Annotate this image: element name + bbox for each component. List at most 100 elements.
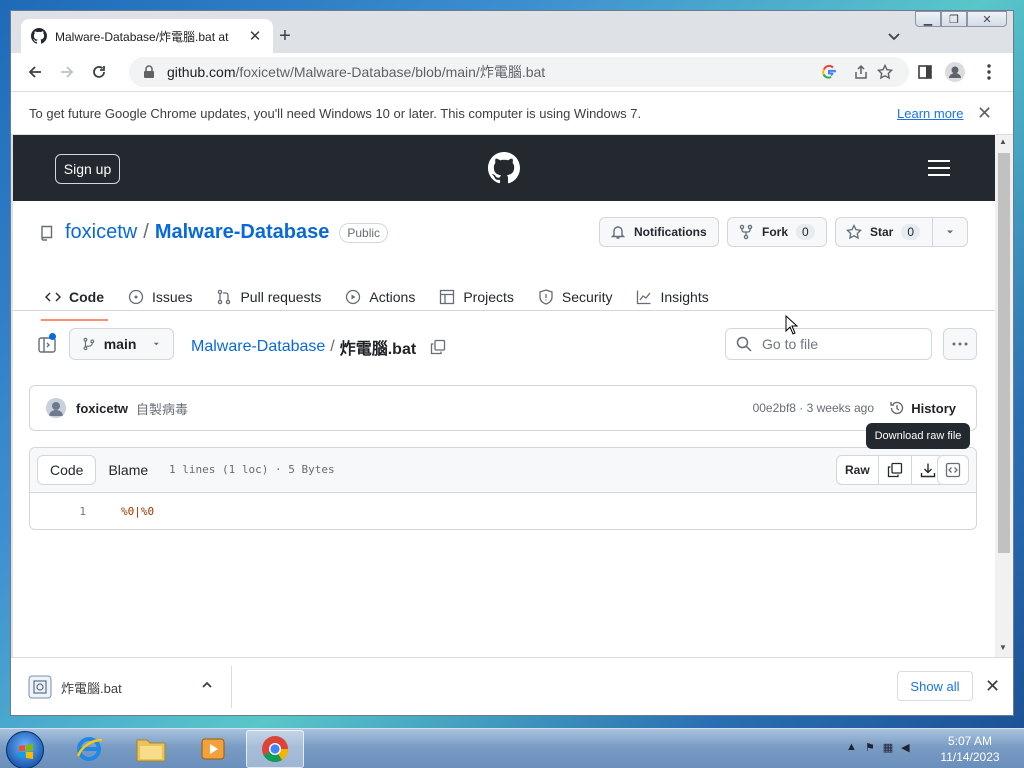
tab-security[interactable]: Security	[526, 277, 625, 317]
internet-explorer-icon[interactable]	[60, 730, 118, 768]
tab-projects[interactable]: Projects	[427, 277, 526, 317]
sign-up-button[interactable]: Sign up	[55, 154, 120, 184]
file-explorer-icon[interactable]	[122, 730, 180, 768]
show-hidden-icons-icon[interactable]: ▲	[846, 741, 857, 754]
tab-code-label: Code	[69, 289, 104, 305]
network-icon[interactable]: ▦	[883, 741, 893, 754]
address-bar[interactable]: github.com/foxicetw/Malware-Database/blo…	[129, 57, 909, 87]
breadcrumb-separator: /	[330, 338, 335, 355]
media-player-icon[interactable]	[184, 730, 242, 768]
repo-owner-link[interactable]: foxicetw	[65, 221, 137, 244]
minimize-button[interactable]: ▁	[915, 11, 941, 27]
close-tab-icon[interactable]: ✕	[247, 28, 263, 45]
reload-icon[interactable]	[89, 62, 109, 82]
breadcrumb-file-name: 炸電腦.bat	[339, 341, 417, 358]
download-item[interactable]: 炸電腦.bat	[27, 674, 122, 700]
system-tray: ▲ ⚑ ▦ ◀	[846, 741, 910, 754]
chrome-menu-icon[interactable]	[979, 62, 999, 82]
back-arrow-icon[interactable]	[25, 62, 45, 82]
copy-path-icon[interactable]	[430, 339, 446, 355]
notifications-button[interactable]: Notifications	[599, 217, 719, 247]
file-actions: Raw	[836, 455, 945, 485]
close-download-shelf-icon[interactable]: ✕	[985, 676, 1000, 697]
blame-view-button[interactable]: Blame	[96, 455, 160, 485]
tab-insights[interactable]: Insights	[624, 277, 720, 317]
show-all-button[interactable]: Show all	[897, 671, 973, 701]
star-icon	[846, 224, 862, 240]
batch-file-icon	[28, 675, 52, 699]
scroll-down-icon[interactable]: ▼	[999, 643, 1007, 652]
github-header: Sign up	[13, 135, 995, 201]
star-button[interactable]: Star 0	[835, 217, 933, 247]
star-label: Star	[870, 225, 894, 239]
breadcrumb-repo-link[interactable]: Malware-Database	[191, 338, 325, 356]
infobar-close-icon[interactable]: ✕	[977, 103, 992, 124]
tab-pull-requests[interactable]: Pull requests	[204, 277, 333, 317]
commit-message[interactable]: 自製病毒	[136, 399, 188, 418]
download-filename: 炸電腦.bat	[61, 680, 122, 696]
caret-down-icon	[154, 342, 160, 346]
branch-selector[interactable]: main	[69, 328, 174, 360]
tab-code[interactable]: Code	[33, 277, 116, 321]
volume-icon[interactable]: ◀	[901, 741, 909, 754]
share-icon[interactable]	[851, 62, 871, 82]
page-scrollbar[interactable]: ▲ ▼	[995, 135, 1013, 657]
fork-count: 0	[796, 224, 815, 240]
more-options-button[interactable]	[943, 328, 977, 360]
chrome-window: Malware-Database/炸電腦.bat at ✕ + ▁ ❐ ✕ gi…	[10, 10, 1014, 716]
commit-author[interactable]: foxicetw	[76, 401, 128, 416]
tab-security-label: Security	[561, 289, 613, 305]
forward-arrow-icon[interactable]	[57, 62, 77, 82]
fork-button[interactable]: Fork 0	[727, 217, 827, 247]
caret-down-icon	[947, 230, 953, 234]
search-icon	[736, 336, 752, 352]
bell-icon	[610, 226, 626, 239]
tab-actions[interactable]: Actions	[333, 277, 427, 317]
new-tab-button[interactable]: +	[273, 24, 297, 48]
chevron-up-icon[interactable]	[200, 678, 214, 692]
copy-raw-button[interactable]	[877, 456, 911, 484]
branch-name: main	[103, 336, 137, 352]
close-window-button[interactable]: ✕	[967, 11, 1007, 27]
history-icon	[890, 401, 904, 415]
raw-button[interactable]: Raw	[837, 456, 878, 484]
tab-actions-label: Actions	[369, 289, 416, 305]
table-icon	[440, 289, 455, 305]
line-number[interactable]: 1	[30, 505, 86, 518]
google-icon[interactable]	[819, 62, 839, 82]
latest-commit-bar: foxicetw 自製病毒 00e2bf8 · 3 weeks ago Hist…	[29, 385, 977, 431]
code-square-icon	[945, 462, 961, 478]
history-label: History	[911, 400, 956, 416]
code-view-button[interactable]: Code	[37, 455, 97, 485]
chrome-taskbar-icon[interactable]	[246, 730, 304, 768]
windows-taskbar: ▲ ⚑ ▦ ◀ 5:07 AM 11/14/2023	[0, 728, 1024, 768]
action-center-icon[interactable]: ⚑	[865, 741, 875, 754]
go-to-file-input[interactable]: Go to file	[725, 328, 932, 360]
avatar[interactable]	[46, 398, 66, 418]
side-panel-icon[interactable]	[915, 62, 935, 82]
code-line: 1 %0|%0	[30, 493, 976, 529]
taskbar-clock[interactable]: 5:07 AM 11/14/2023	[930, 733, 1010, 765]
bookmark-star-icon[interactable]	[875, 62, 895, 82]
learn-more-link[interactable]: Learn more	[897, 106, 963, 121]
download-icon	[920, 463, 935, 478]
commit-meta[interactable]: 00e2bf8 · 3 weeks ago	[753, 401, 874, 415]
star-dropdown-button[interactable]	[932, 217, 968, 247]
scrollbar-thumb[interactable]	[998, 153, 1010, 553]
start-button[interactable]	[6, 731, 44, 768]
pull-request-icon	[218, 289, 231, 305]
symbols-button[interactable]	[937, 455, 969, 485]
tab-search-chevron-icon[interactable]	[885, 27, 903, 45]
tab-title: Malware-Database/炸電腦.bat at	[55, 29, 229, 44]
tab-issues[interactable]: Issues	[116, 277, 204, 317]
browser-tab[interactable]: Malware-Database/炸電腦.bat at ✕	[21, 19, 273, 53]
history-button[interactable]: History	[889, 400, 956, 416]
profile-avatar-icon[interactable]	[945, 62, 965, 82]
repo-name-link[interactable]: Malware-Database	[155, 221, 330, 244]
notifications-label: Notifications	[634, 225, 707, 239]
hamburger-menu-icon[interactable]	[927, 159, 951, 177]
maximize-button[interactable]: ❐	[941, 11, 967, 27]
scroll-up-icon[interactable]: ▲	[999, 137, 1007, 146]
github-logo-icon[interactable]	[488, 152, 520, 184]
file-viewer-header: Code Blame 1 lines (1 loc) · 5 Bytes Raw	[30, 448, 976, 493]
